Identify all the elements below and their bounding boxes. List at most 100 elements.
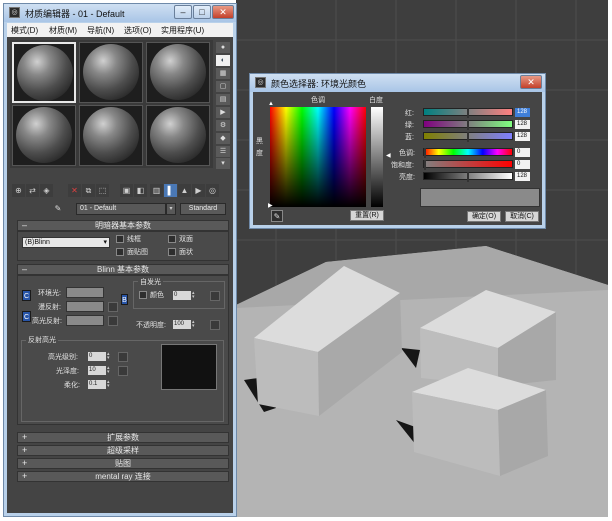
- lock-diffuse-specular-button[interactable]: C: [22, 311, 31, 322]
- material-id-icon[interactable]: ◧: [134, 184, 147, 197]
- soften-input[interactable]: 0.1: [88, 380, 106, 389]
- scroll-down-icon[interactable]: ▾: [216, 158, 230, 169]
- backlight-icon[interactable]: ◐: [216, 55, 230, 66]
- rollout-extended[interactable]: + 扩展参数: [17, 432, 229, 443]
- rollout-supersampling[interactable]: + 超级采样: [17, 445, 229, 456]
- rollout-mental-ray[interactable]: + mental ray 连接: [17, 471, 229, 482]
- menu-mode[interactable]: 模式(D): [11, 25, 38, 36]
- options-icon[interactable]: ⚙: [216, 120, 230, 131]
- spec-level-map-button[interactable]: [118, 352, 128, 362]
- opacity-map-button[interactable]: [210, 320, 220, 330]
- eyedropper-icon[interactable]: ✎: [271, 210, 283, 222]
- color-picker-body: 色调 白度 黑 度 ▲ ▶ ◀ ✎ 重置(R) 红: 128 绿: 128 蓝:…: [253, 92, 542, 225]
- value-value-input[interactable]: 128: [515, 172, 530, 181]
- select-by-material-icon[interactable]: ◆: [216, 133, 230, 144]
- face-map-checkbox[interactable]: [116, 248, 124, 256]
- spinner-arrows-icon[interactable]: ▴ ▾: [107, 366, 112, 375]
- red-slider[interactable]: [423, 108, 513, 118]
- get-material-icon[interactable]: ⊕: [12, 184, 25, 197]
- spinner-arrows-icon[interactable]: ▴ ▾: [192, 291, 197, 300]
- make-preview-icon[interactable]: ▶: [216, 107, 230, 118]
- specular-color-swatch[interactable]: [66, 315, 104, 326]
- faceted-checkbox[interactable]: [168, 248, 176, 256]
- maximize-button[interactable]: □: [193, 5, 211, 19]
- close-button[interactable]: ✕: [520, 75, 542, 89]
- pick-from-object-icon[interactable]: ◎: [206, 184, 219, 197]
- material-type-button[interactable]: Standard: [180, 203, 226, 215]
- diffuse-color-swatch[interactable]: [66, 301, 104, 312]
- sample-slot-2[interactable]: [79, 42, 143, 103]
- menu-material[interactable]: 材质(M): [49, 25, 77, 36]
- reset-map-icon[interactable]: ✕: [68, 184, 81, 197]
- uv-tiling-icon[interactable]: ▢: [216, 81, 230, 92]
- two-sided-checkbox[interactable]: [168, 235, 176, 243]
- self-illum-map-button[interactable]: [210, 291, 220, 301]
- value-slider[interactable]: [423, 172, 513, 182]
- go-forward-sibling-icon[interactable]: ▶: [192, 184, 205, 197]
- assign-material-icon[interactable]: ◈: [40, 184, 53, 197]
- green-value-input[interactable]: 128: [515, 120, 530, 129]
- material-editor-titlebar[interactable]: ◎ 材质编辑器 - 01 - Default – □ ✕: [4, 4, 236, 22]
- sample-type-icon[interactable]: ●: [216, 42, 230, 53]
- eyedropper-icon[interactable]: ✎: [52, 203, 64, 215]
- saturation-slider[interactable]: [423, 160, 513, 170]
- material-sphere: [83, 107, 139, 163]
- slider-marker: [467, 172, 469, 182]
- blue-slider[interactable]: [423, 132, 513, 142]
- opacity-input[interactable]: 100: [173, 320, 191, 329]
- make-copy-icon[interactable]: ⧉: [82, 184, 95, 197]
- show-end-result-icon[interactable]: ▌: [164, 184, 177, 197]
- self-illum-value-input[interactable]: 0: [173, 291, 191, 300]
- rollout-shader-basic[interactable]: – 明暗器基本参数: [17, 220, 229, 231]
- put-to-scene-icon[interactable]: ⇄: [26, 184, 39, 197]
- glossiness-input[interactable]: 10: [88, 366, 106, 375]
- material-name-dropdown[interactable]: ▾: [166, 203, 176, 215]
- put-to-library-icon[interactable]: ▣: [120, 184, 133, 197]
- blue-value-input[interactable]: 128: [515, 132, 530, 141]
- make-unique-icon[interactable]: ⬚: [96, 184, 109, 197]
- spinner-arrows-icon[interactable]: ▴ ▾: [107, 352, 112, 361]
- rollout-maps[interactable]: + 贴图: [17, 458, 229, 469]
- diffuse-map-button[interactable]: [108, 302, 118, 312]
- whiteness-slider[interactable]: [371, 107, 383, 207]
- shader-type-dropdown[interactable]: (B)Blinn ▾: [22, 237, 110, 248]
- expand-sign: +: [22, 432, 28, 442]
- cancel-button[interactable]: 取消(C): [505, 211, 539, 222]
- material-name-input[interactable]: 01 - Default: [76, 203, 166, 215]
- red-value-input[interactable]: 128: [515, 108, 530, 117]
- saturation-value-input[interactable]: 0: [515, 160, 530, 169]
- glossiness-map-button[interactable]: [118, 366, 128, 376]
- specular-map-button[interactable]: [108, 316, 118, 326]
- show-map-icon[interactable]: ▥: [150, 184, 163, 197]
- sample-slot-4[interactable]: [12, 105, 76, 166]
- spec-level-input[interactable]: 0: [88, 352, 106, 361]
- background-icon[interactable]: ▦: [216, 68, 230, 79]
- spinner-arrows-icon[interactable]: ▴ ▾: [192, 320, 197, 329]
- ok-button[interactable]: 确定(O): [467, 211, 501, 222]
- minimize-button[interactable]: –: [174, 5, 192, 19]
- go-to-parent-icon[interactable]: ▲: [178, 184, 191, 197]
- color-picker-titlebar[interactable]: ◎ 颜色选择器: 环境光颜色 ✕: [250, 74, 545, 92]
- sample-slot-1[interactable]: [12, 42, 76, 103]
- sample-slot-6[interactable]: [146, 105, 210, 166]
- reset-button[interactable]: 重置(R): [350, 210, 384, 221]
- ambient-color-swatch[interactable]: [66, 287, 104, 298]
- wireframe-checkbox[interactable]: [116, 235, 124, 243]
- hue-blackness-field[interactable]: [270, 107, 366, 207]
- menu-navigation[interactable]: 导航(N): [87, 25, 114, 36]
- sample-slot-5[interactable]: [79, 105, 143, 166]
- lock-map-button[interactable]: B: [121, 294, 128, 305]
- close-button[interactable]: ✕: [212, 5, 234, 19]
- self-illum-color-checkbox[interactable]: [139, 291, 147, 299]
- sample-slot-3[interactable]: [146, 42, 210, 103]
- video-color-icon[interactable]: ▤: [216, 94, 230, 105]
- material-navigator-icon[interactable]: ☰: [216, 146, 230, 157]
- menu-utilities[interactable]: 实用程序(U): [161, 25, 204, 36]
- hue-slider[interactable]: [423, 148, 513, 158]
- spinner-arrows-icon[interactable]: ▴ ▾: [107, 380, 112, 389]
- rollout-blinn-basic[interactable]: – Blinn 基本参数: [17, 264, 229, 275]
- green-slider[interactable]: [423, 120, 513, 130]
- hue-value-input[interactable]: 0: [515, 148, 530, 157]
- lock-ambient-diffuse-button[interactable]: C: [22, 290, 31, 301]
- menu-options[interactable]: 选项(O): [124, 25, 152, 36]
